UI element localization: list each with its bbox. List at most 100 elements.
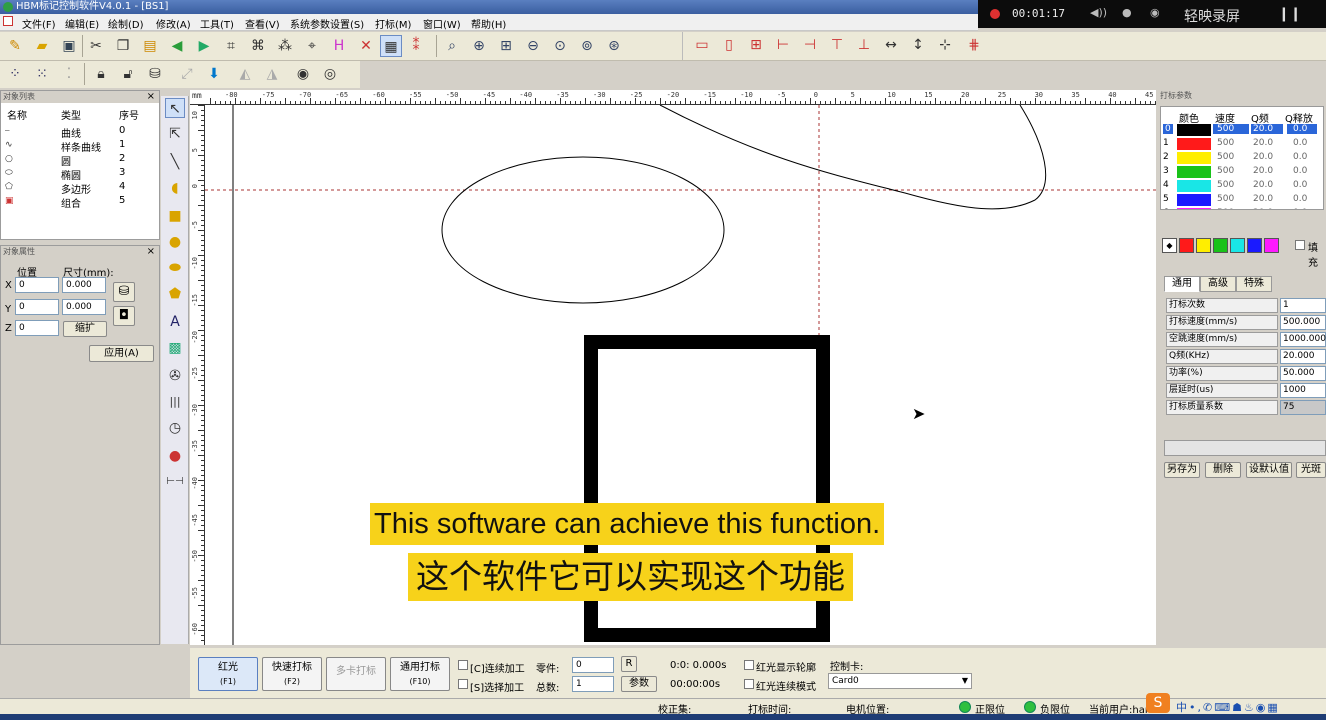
zoom-window-icon[interactable]: ⊞: [495, 35, 517, 57]
params-panel-icon[interactable]: ▦: [380, 35, 402, 57]
list-item[interactable]: ▣ 组合 5: [1, 195, 159, 210]
open-icon[interactable]: ▰: [31, 35, 53, 57]
same-height-icon[interactable]: ↕: [907, 34, 929, 56]
delete-button[interactable]: 删除: [1205, 462, 1241, 478]
tab-special[interactable]: 特殊: [1236, 276, 1272, 292]
z-position-input[interactable]: 0: [15, 320, 59, 336]
record-icon[interactable]: [990, 9, 1000, 19]
rectangle-icon[interactable]: ■: [165, 206, 185, 226]
y-position-input[interactable]: 0: [15, 299, 59, 315]
zoom-page-icon[interactable]: ⊛: [603, 35, 625, 57]
mirror-v-icon[interactable]: ◮: [261, 63, 283, 85]
list-item[interactable]: ⎯ 曲线 0: [1, 125, 159, 140]
color-swatch[interactable]: [1179, 238, 1194, 253]
distribute-v-icon[interactable]: ⋕: [963, 34, 985, 56]
total-input[interactable]: 1: [572, 676, 614, 692]
param-value-input[interactable]: 500.000: [1280, 315, 1326, 330]
import-icon[interactable]: ⬇: [203, 63, 225, 85]
set-default-button[interactable]: 设默认值: [1246, 462, 1292, 478]
width-input[interactable]: 0.000: [62, 277, 106, 293]
quick-mark-button[interactable]: 快速打标 (F2): [262, 657, 322, 691]
tools-icon[interactable]: ✕: [355, 35, 377, 57]
line-icon[interactable]: ╲: [165, 152, 185, 172]
text-icon[interactable]: A: [165, 312, 185, 332]
barcode-draw-icon[interactable]: |||: [165, 392, 185, 412]
volume-icon[interactable]: ◀)): [1090, 6, 1107, 19]
paste-icon[interactable]: ▤: [139, 35, 161, 57]
align-top-icon[interactable]: ⊤: [826, 34, 848, 56]
delay-icon[interactable]: ⊢⊣: [165, 472, 185, 492]
menu-window[interactable]: 窗口(W): [423, 16, 461, 31]
camera-icon[interactable]: ◉: [1150, 6, 1160, 19]
param-value-input[interactable]: 1000.000: [1280, 332, 1326, 347]
menu-file[interactable]: 文件(F): [22, 16, 56, 31]
circle-draw-icon[interactable]: ●: [165, 232, 185, 252]
io-icon[interactable]: ●: [165, 446, 185, 466]
barcode-icon[interactable]: ⁑: [405, 35, 427, 57]
node-edit-icon[interactable]: ⌗: [220, 35, 242, 57]
card-select[interactable]: Card0 ▼: [828, 673, 972, 689]
color-swatch[interactable]: [1264, 238, 1279, 253]
expand-button[interactable]: 缩扩: [63, 321, 107, 337]
mirror-h-icon[interactable]: ◭: [234, 63, 256, 85]
ungroup-icon[interactable]: ⁙: [31, 63, 53, 85]
height-input[interactable]: 0.000: [62, 299, 106, 315]
list-item[interactable]: ⬭ 椭圆 3: [1, 167, 159, 182]
tab-general[interactable]: 通用: [1164, 276, 1200, 292]
save-as-button[interactable]: 另存为: [1164, 462, 1200, 478]
pen-row[interactable]: 5 500 20.0 0.0: [1161, 193, 1323, 207]
pen-row[interactable]: 3 500 20.0 0.0: [1161, 165, 1323, 179]
group-icon[interactable]: ⁘: [4, 63, 26, 85]
menu-modify[interactable]: 修改(A): [156, 16, 191, 31]
selective-checkbox[interactable]: [458, 679, 468, 689]
mic-icon[interactable]: ●: [1122, 6, 1132, 19]
continuous-checkbox[interactable]: [458, 660, 468, 670]
anchor-icon[interactable]: ◘: [113, 306, 135, 326]
align-vcenter-icon[interactable]: ▯: [718, 34, 740, 56]
select-icon[interactable]: ↖: [165, 98, 185, 118]
color-swatch[interactable]: [1196, 238, 1211, 253]
color-swatch[interactable]: [1213, 238, 1228, 253]
polygon-draw-icon[interactable]: ⬟: [165, 284, 185, 304]
param-dropdown[interactable]: [1164, 440, 1326, 456]
x-position-input[interactable]: 0: [15, 277, 59, 293]
node-add-icon[interactable]: ⌘: [247, 35, 269, 57]
param-value-input[interactable]: 1: [1280, 298, 1326, 313]
menu-tools[interactable]: 工具(T): [200, 16, 234, 31]
vector-file-icon[interactable]: ✇: [165, 366, 185, 386]
hatch-icon[interactable]: H: [328, 35, 350, 57]
param-value-input[interactable]: 75: [1280, 400, 1326, 415]
align-left-icon[interactable]: ⊢: [772, 34, 794, 56]
lock-ratio-icon[interactable]: ⛁: [113, 282, 135, 302]
zoom-icon[interactable]: ⌕: [441, 35, 463, 57]
pen-row[interactable]: 4 500 20.0 0.0: [1161, 179, 1323, 193]
hide-icon[interactable]: ◎: [319, 63, 341, 85]
param-value-input[interactable]: 1000: [1280, 383, 1326, 398]
parts-input[interactable]: 0: [572, 657, 614, 673]
close-icon[interactable]: ×: [147, 91, 155, 103]
ellipse-draw-icon[interactable]: ⬬: [165, 258, 185, 278]
zoom-all-icon[interactable]: ⊙: [549, 35, 571, 57]
menu-draw[interactable]: 绘制(D): [108, 16, 144, 31]
general-mark-button[interactable]: 通用打标 (F10): [390, 657, 450, 691]
undo-icon[interactable]: ◀: [166, 35, 188, 57]
menu-mark[interactable]: 打标(M): [375, 16, 411, 31]
menu-edit[interactable]: 编辑(E): [65, 16, 99, 31]
move-icon[interactable]: ⤢: [176, 63, 198, 85]
red-continuous-checkbox[interactable]: [744, 679, 754, 689]
tab-advanced[interactable]: 高级: [1200, 276, 1236, 292]
unlock-icon[interactable]: 🔓︎: [117, 63, 139, 85]
spot-button[interactable]: 光斑: [1296, 462, 1326, 478]
redo-icon[interactable]: ▶: [193, 35, 215, 57]
menu-help[interactable]: 帮助(H): [471, 16, 506, 31]
align-bottom-icon[interactable]: ⊥: [853, 34, 875, 56]
list-item[interactable]: ∿ 样条曲线 1: [1, 139, 159, 154]
apply-button[interactable]: 应用(A): [89, 345, 154, 362]
pen-row[interactable]: 2 500 20.0 0.0: [1161, 151, 1323, 165]
cut-icon[interactable]: ✂: [85, 35, 107, 57]
fill-checkbox[interactable]: [1295, 240, 1305, 250]
menu-view[interactable]: 查看(V): [245, 16, 280, 31]
zoom-selection-icon[interactable]: ⊚: [576, 35, 598, 57]
lock-all-icon[interactable]: ⛁: [144, 63, 166, 85]
lock-icon[interactable]: 🔒︎: [90, 63, 112, 85]
